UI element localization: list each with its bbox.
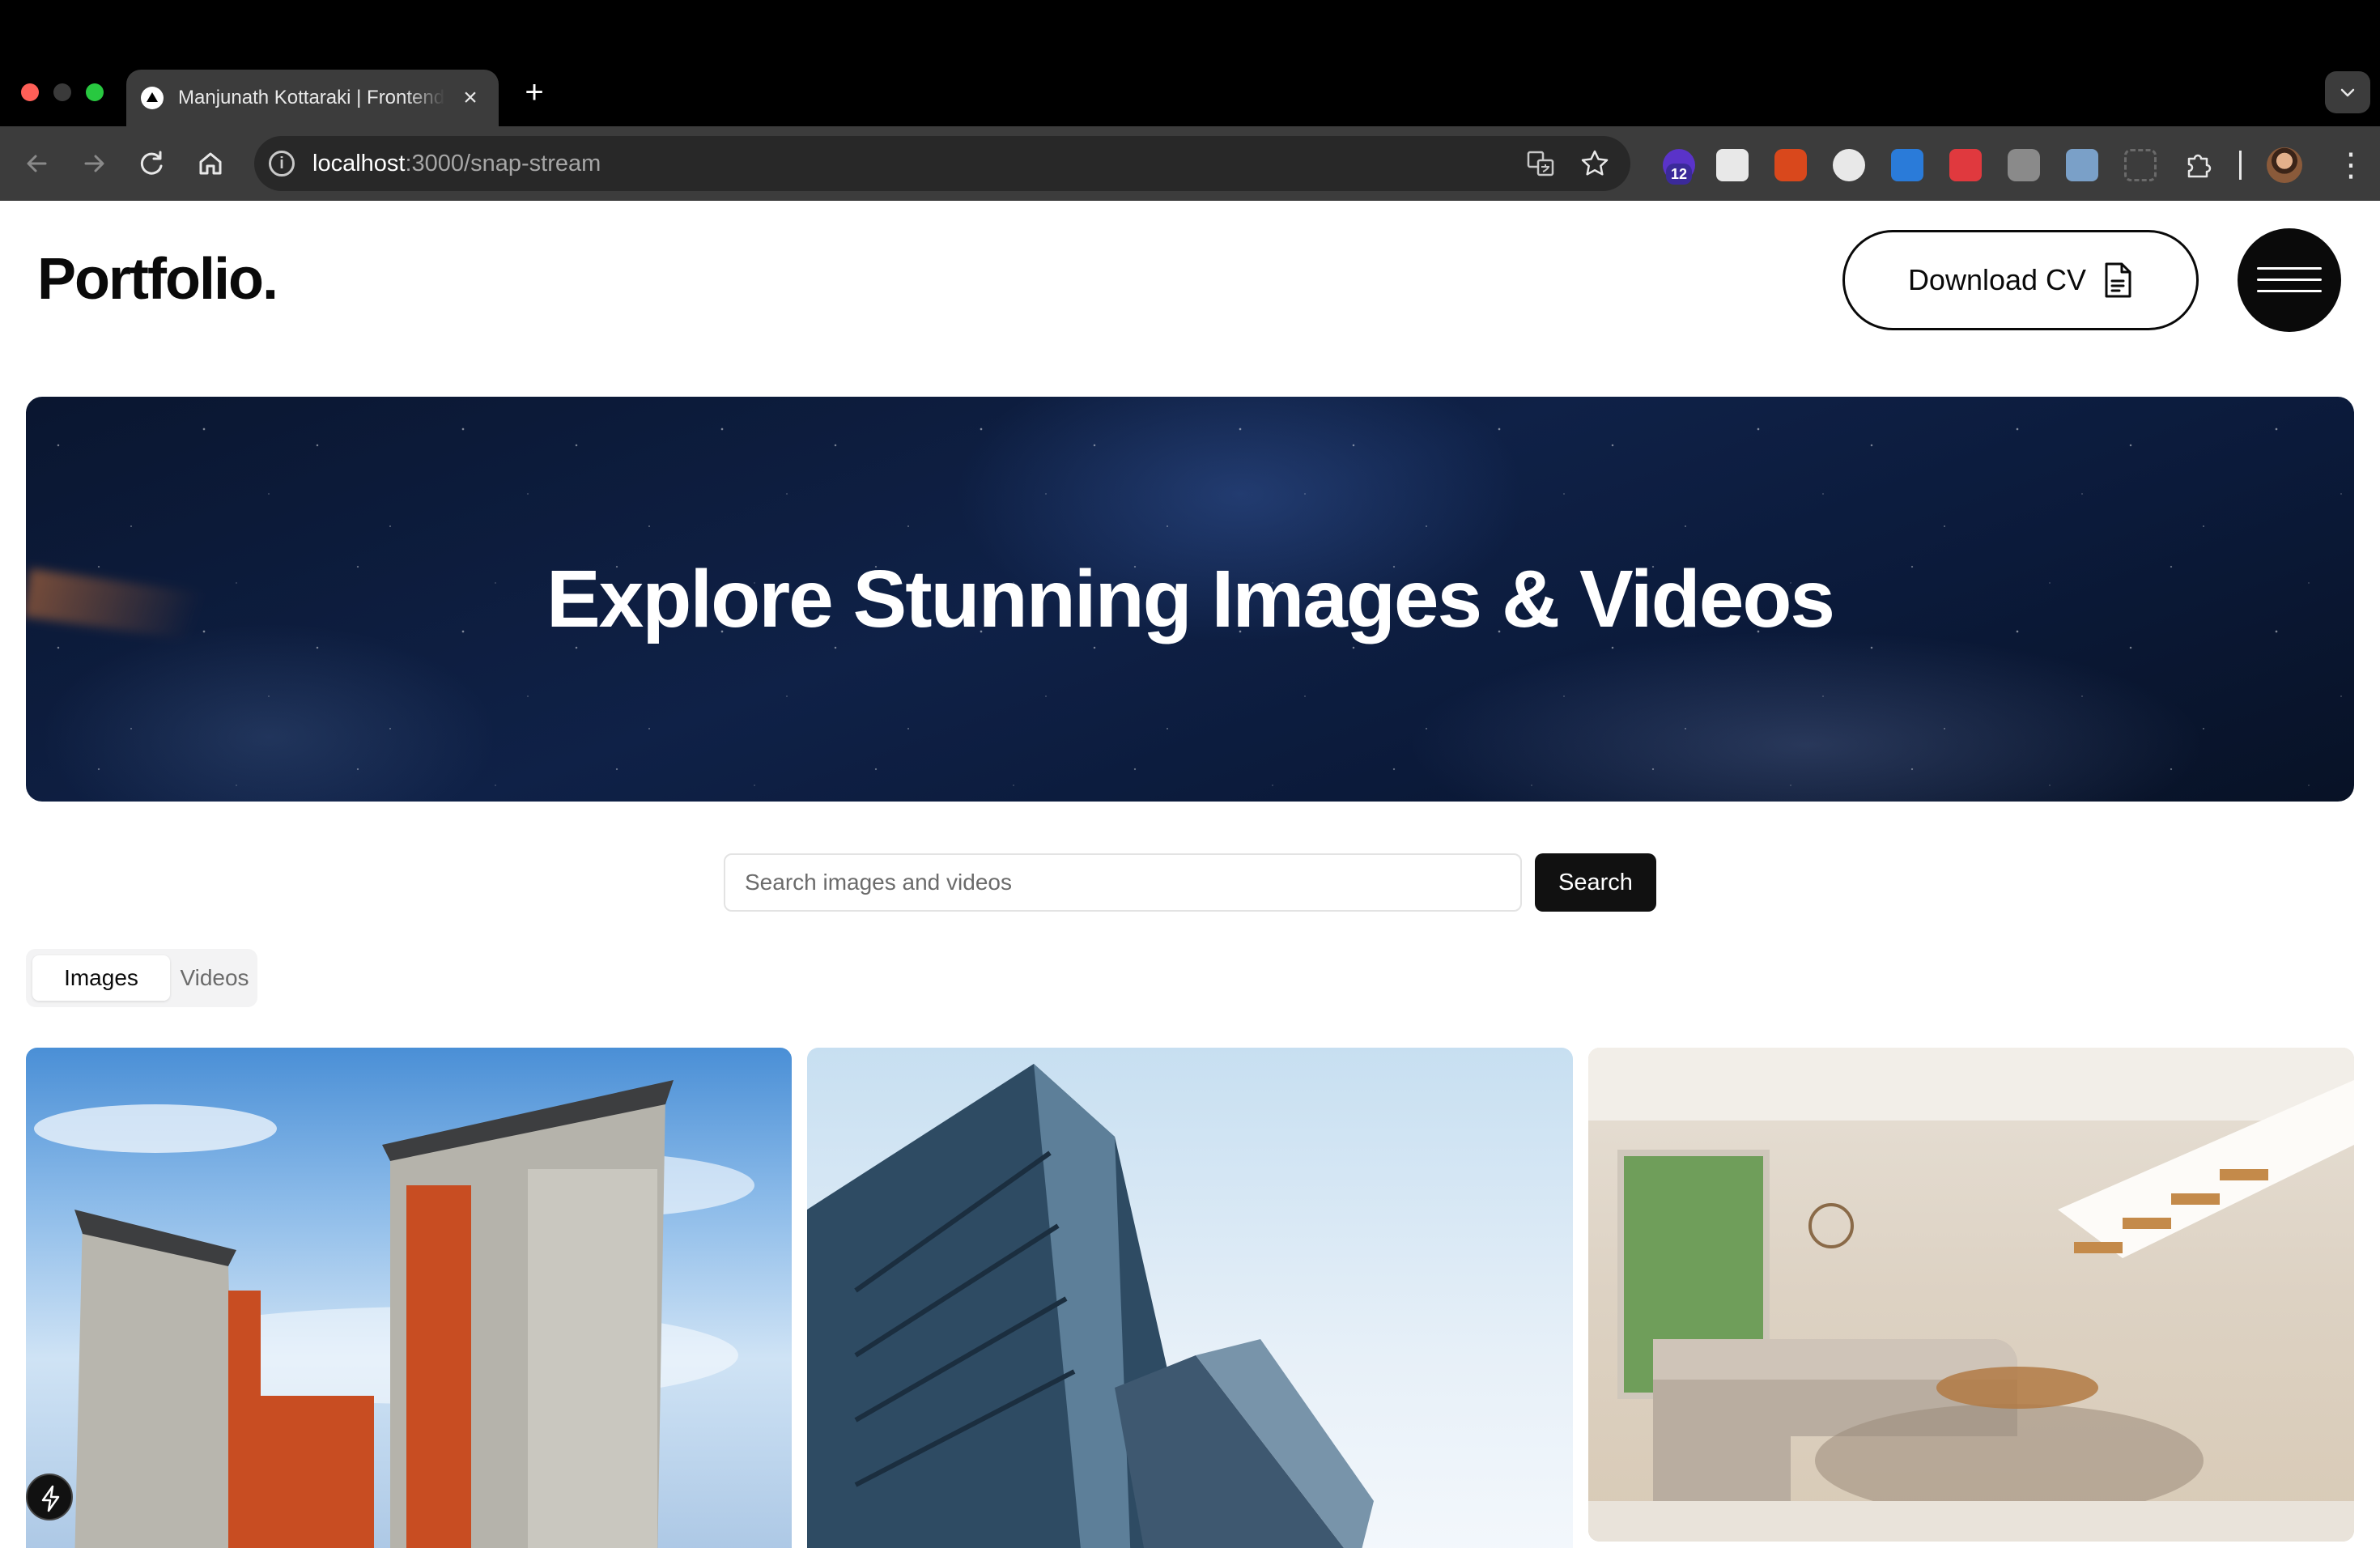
menu-line <box>2257 279 2322 281</box>
extension-s-icon[interactable] <box>1774 149 1807 181</box>
tab-title: Manjunath Kottaraki | Frontend Developer <box>178 87 445 108</box>
arrow-left-icon <box>27 155 47 172</box>
browser-menu-icon[interactable]: ⋮ <box>2335 149 2367 181</box>
search-input[interactable] <box>724 853 1522 912</box>
translate-icon[interactable] <box>1525 147 1558 180</box>
page-content: Portfolio. Download CV Explore Stunning … <box>0 201 2380 1548</box>
address-bar[interactable]: i localhost:3000/snap-stream <box>254 136 1630 191</box>
screenshot-icon[interactable] <box>2124 149 2157 181</box>
puzzle-icon <box>2187 154 2212 178</box>
gallery-image-card[interactable] <box>1588 1048 2354 1542</box>
image-extension-icon[interactable] <box>2066 149 2098 181</box>
extensions-button[interactable] <box>2182 149 2215 181</box>
reload-icon <box>140 151 163 175</box>
minimize-window-button[interactable] <box>53 83 71 101</box>
search-button[interactable]: Search <box>1535 853 1656 912</box>
arrow-right-icon <box>84 155 104 172</box>
hero-title: Explore Stunning Images & Videos <box>546 553 1835 644</box>
new-tab-button[interactable]: + <box>518 76 550 108</box>
browser-tab-active[interactable]: Manjunath Kottaraki | Frontend Developer… <box>126 70 499 126</box>
url-text[interactable]: localhost:3000/snap-stream <box>312 149 601 178</box>
toolbar-divider <box>2239 151 2242 180</box>
tab-search-button[interactable] <box>2325 71 2370 113</box>
home-button[interactable] <box>191 144 230 183</box>
lightning-icon <box>41 1485 60 1512</box>
chevron-down-icon <box>2340 88 2355 97</box>
profile-avatar[interactable] <box>2267 147 2302 183</box>
menu-line <box>2257 267 2322 270</box>
logo[interactable]: Portfolio. <box>37 246 278 313</box>
extension-colorpick-icon[interactable] <box>1949 149 1982 181</box>
site-favicon-icon <box>141 87 164 109</box>
document-icon <box>2105 262 2131 298</box>
tab-close-icon[interactable]: × <box>457 84 484 112</box>
extension-badge: 12 <box>1666 164 1692 185</box>
living-room-image <box>1588 1048 2354 1542</box>
hero-banner: Explore Stunning Images & Videos <box>26 397 2354 802</box>
site-info-icon[interactable]: i <box>269 151 295 176</box>
back-button[interactable] <box>18 144 57 183</box>
tab-images[interactable]: Images <box>32 955 170 1001</box>
extension-plus-icon[interactable] <box>1833 149 1865 181</box>
forward-button[interactable] <box>74 144 113 183</box>
close-window-button[interactable] <box>21 83 39 101</box>
gallery-image-card[interactable] <box>807 1048 1573 1548</box>
glass-tower-image <box>807 1064 1374 1548</box>
hamburger-menu-button[interactable] <box>2238 228 2341 332</box>
extension-text-icon[interactable] <box>1716 149 1749 181</box>
camera-icon[interactable] <box>2008 149 2040 181</box>
menu-line <box>2257 290 2322 292</box>
bookmark-star-icon[interactable] <box>1579 147 1611 180</box>
download-cv-button[interactable]: Download CV <box>1842 230 2199 330</box>
tab-videos[interactable]: Videos <box>170 955 259 1001</box>
maximize-window-button[interactable] <box>86 83 104 101</box>
home-icon <box>199 152 222 175</box>
apartment-building-image <box>34 1080 754 1548</box>
media-tabs: Images Videos <box>26 949 257 1007</box>
dev-tools-bolt-button[interactable] <box>26 1474 73 1520</box>
browser-tab-strip: Manjunath Kottaraki | Frontend Developer… <box>0 0 2380 126</box>
extension-fi-icon[interactable] <box>1891 149 1923 181</box>
gallery-image-card[interactable] <box>26 1048 792 1548</box>
reload-button[interactable] <box>133 144 172 183</box>
download-cv-label: Download CV <box>1907 263 2087 296</box>
